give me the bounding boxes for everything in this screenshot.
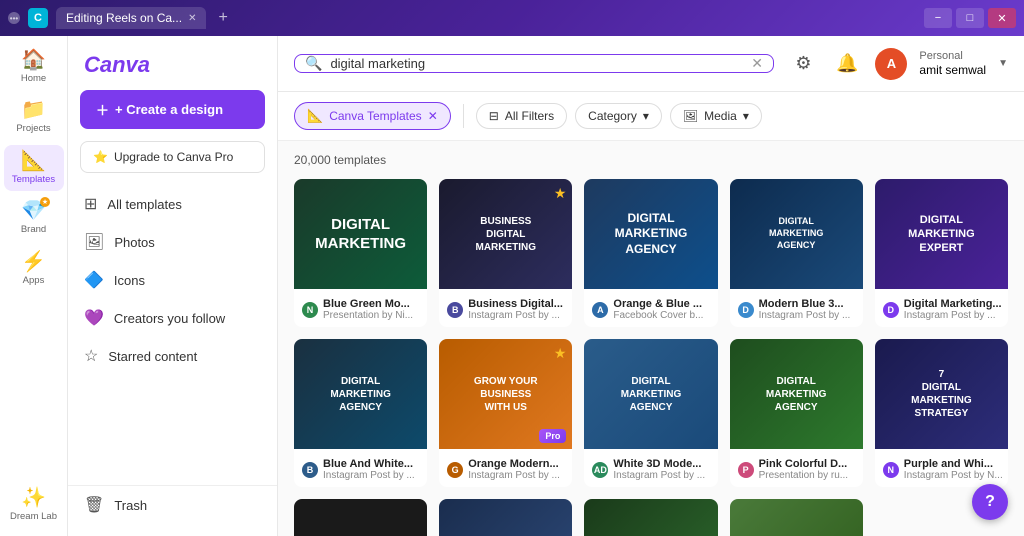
search-input[interactable] xyxy=(330,56,743,71)
plus-icon: ＋ xyxy=(96,100,109,119)
content-area: 20,000 templates DIGITALMARKETING N Blue… xyxy=(278,141,1024,536)
card-avatar: G xyxy=(447,462,463,478)
user-info[interactable]: Personal amit semwal xyxy=(919,49,986,79)
icons-icon: 🔷 xyxy=(84,270,104,290)
browser-menu[interactable]: ••• xyxy=(8,12,20,24)
sidebar-item-dreamlab[interactable]: ✨ Dream Lab xyxy=(4,482,64,528)
close-button[interactable]: ✕ xyxy=(988,8,1016,28)
card-avatar: N xyxy=(302,302,318,318)
window-controls: − □ ✕ xyxy=(924,8,1016,28)
template-card[interactable]: 7DigitalMarketingStrategy N Purple and W… xyxy=(875,339,1008,487)
tab-label: Editing Reels on Ca... xyxy=(66,11,182,25)
search-bar[interactable]: 🔍 ✕ xyxy=(294,54,774,73)
browser-logo-icon: C xyxy=(28,8,48,28)
card-avatar: B xyxy=(302,462,318,478)
template-card[interactable]: DigitalMarketingAgency A Orange & Blue .… xyxy=(584,179,717,327)
star-menu-icon: ☆ xyxy=(84,346,98,366)
sidebar-item-brand[interactable]: 💎 ★ Brand xyxy=(4,195,64,241)
dreamlab-icon: ✨ xyxy=(21,488,46,508)
remove-filter-button[interactable]: ✕ xyxy=(428,109,438,123)
template-card[interactable]: DIGITALMARKETINGAGENCY D Modern Blue 3..… xyxy=(730,179,863,327)
brand-icon: 💎 ★ xyxy=(21,201,46,221)
grid-icon: ⊞ xyxy=(84,194,97,214)
card-avatar: A xyxy=(592,302,608,318)
main-content: 🔍 ✕ ⚙ 🔔 A Personal amit semwal ▼ 📐 Canva… xyxy=(278,36,1024,536)
star-icon: ⭐ xyxy=(93,150,108,164)
canva-templates-icon: 📐 xyxy=(307,108,323,124)
template-card[interactable]: BUSINESSDIGITALMARKETING ★ B Business Di… xyxy=(439,179,572,327)
sidebar-item-templates[interactable]: 📐 Templates xyxy=(4,145,64,191)
sidebar: 🏠 Home 📁 Projects 📐 Templates 💎 ★ Brand … xyxy=(0,36,68,536)
template-card[interactable]: DIGITALMARKETINGAGENCY P Pink Colorful D… xyxy=(730,339,863,487)
help-button[interactable]: ? xyxy=(972,484,1008,520)
filter-sliders-icon: ⊟ xyxy=(489,109,499,123)
panel-item-photos[interactable]: 🖼 Photos xyxy=(68,223,277,261)
templates-grid: DIGITALMARKETING N Blue Green Mo... Pres… xyxy=(294,179,1008,536)
maximize-button[interactable]: □ xyxy=(956,8,984,28)
sidebar-item-home[interactable]: 🏠 Home xyxy=(4,44,64,90)
new-tab-button[interactable]: + xyxy=(218,9,227,27)
close-tab-button[interactable]: ✕ xyxy=(188,13,196,24)
panel: Canva ＋ + Create a design ⭐ Upgrade to C… xyxy=(68,36,278,536)
results-count: 20,000 templates xyxy=(294,153,1008,167)
media-filter[interactable]: 🖼 Media ▾ xyxy=(670,103,762,129)
search-icon: 🔍 xyxy=(305,55,322,72)
sidebar-item-projects[interactable]: 📁 Projects xyxy=(4,94,64,140)
template-card[interactable]: DigitalMarketingAgency B Blue And White.… xyxy=(294,339,427,487)
card-avatar: B xyxy=(447,302,463,318)
clear-search-button[interactable]: ✕ xyxy=(751,55,763,72)
projects-icon: 📁 xyxy=(21,100,46,120)
settings-button[interactable]: ⚙ xyxy=(787,48,819,80)
header-right: ⚙ 🔔 A Personal amit semwal ▼ xyxy=(787,48,1008,80)
upgrade-button[interactable]: ⭐ Upgrade to Canva Pro xyxy=(80,141,265,173)
filter-bar: 📐 Canva Templates ✕ ⊟ All Filters Catego… xyxy=(278,92,1024,141)
card-avatar: D xyxy=(883,302,899,318)
pro-badge: Pro xyxy=(539,429,566,443)
trash-icon: 🗑 xyxy=(84,495,104,515)
home-icon: 🏠 xyxy=(21,50,46,70)
canva-templates-filter[interactable]: 📐 Canva Templates ✕ xyxy=(294,102,451,130)
sidebar-item-apps[interactable]: ⚡ Apps xyxy=(4,246,64,292)
template-card[interactable]: DigitalMarketingAgency AD White 3D Mode.… xyxy=(584,339,717,487)
card-avatar: D xyxy=(738,302,754,318)
panel-item-all-templates[interactable]: ⊞ All templates xyxy=(68,185,277,223)
panel-item-creators[interactable]: 💜 Creators you follow xyxy=(68,299,277,337)
starred-icon: ★ xyxy=(554,345,567,362)
panel-item-starred[interactable]: ☆ Starred content xyxy=(68,337,277,375)
notifications-button[interactable]: 🔔 xyxy=(831,48,863,80)
canva-logo: Canva xyxy=(68,48,277,90)
titlebar: ••• C Editing Reels on Ca... ✕ + − □ ✕ xyxy=(0,0,1024,36)
template-card[interactable]: DigitalMarketing D Digital Marketing Ins… xyxy=(584,499,717,536)
active-tab[interactable]: Editing Reels on Ca... ✕ xyxy=(56,7,206,29)
template-card[interactable]: DIGITALMARKETING N Blue Green Mo... Pres… xyxy=(294,179,427,327)
template-card[interactable]: DigitalMarketingExpert D Digital Marketi… xyxy=(875,179,1008,327)
media-chevron-icon: ▾ xyxy=(743,109,749,123)
avatar[interactable]: A xyxy=(875,48,907,80)
card-avatar: P xyxy=(738,462,754,478)
template-card[interactable]: SMARTMARKETINGSTARTS S Smart Marketing..… xyxy=(439,499,572,536)
apps-icon: ⚡ xyxy=(21,252,46,272)
creators-icon: 💜 xyxy=(84,308,104,328)
template-card[interactable]: RELAX. O Orange Modern... Instagram Post… xyxy=(294,499,427,536)
filter-divider xyxy=(463,104,464,128)
minimize-button[interactable]: − xyxy=(924,8,952,28)
create-design-button[interactable]: ＋ + Create a design xyxy=(80,90,265,129)
photos-icon: 🖼 xyxy=(84,232,104,252)
browser-menu-dot[interactable]: ••• xyxy=(8,12,20,24)
templates-icon: 📐 xyxy=(21,151,46,171)
category-chevron-icon: ▾ xyxy=(643,109,649,123)
trash-item[interactable]: 🗑 Trash xyxy=(68,485,277,524)
all-filters-button[interactable]: ⊟ All Filters xyxy=(476,103,567,129)
app-container: 🏠 Home 📁 Projects 📐 Templates 💎 ★ Brand … xyxy=(0,36,1024,536)
media-icon: 🖼 xyxy=(683,109,698,123)
user-menu-chevron[interactable]: ▼ xyxy=(998,58,1008,69)
template-card[interactable]: Green Elegant JR Green Elegant... Instag… xyxy=(730,499,863,536)
template-card[interactable]: GROW YOURBUSINESSWITH US ★ Pro G Orange … xyxy=(439,339,572,487)
header: 🔍 ✕ ⚙ 🔔 A Personal amit semwal ▼ xyxy=(278,36,1024,92)
category-filter[interactable]: Category ▾ xyxy=(575,103,662,129)
card-avatar: AD xyxy=(592,462,608,478)
card-avatar: N xyxy=(883,462,899,478)
panel-item-icons[interactable]: 🔷 Icons xyxy=(68,261,277,299)
